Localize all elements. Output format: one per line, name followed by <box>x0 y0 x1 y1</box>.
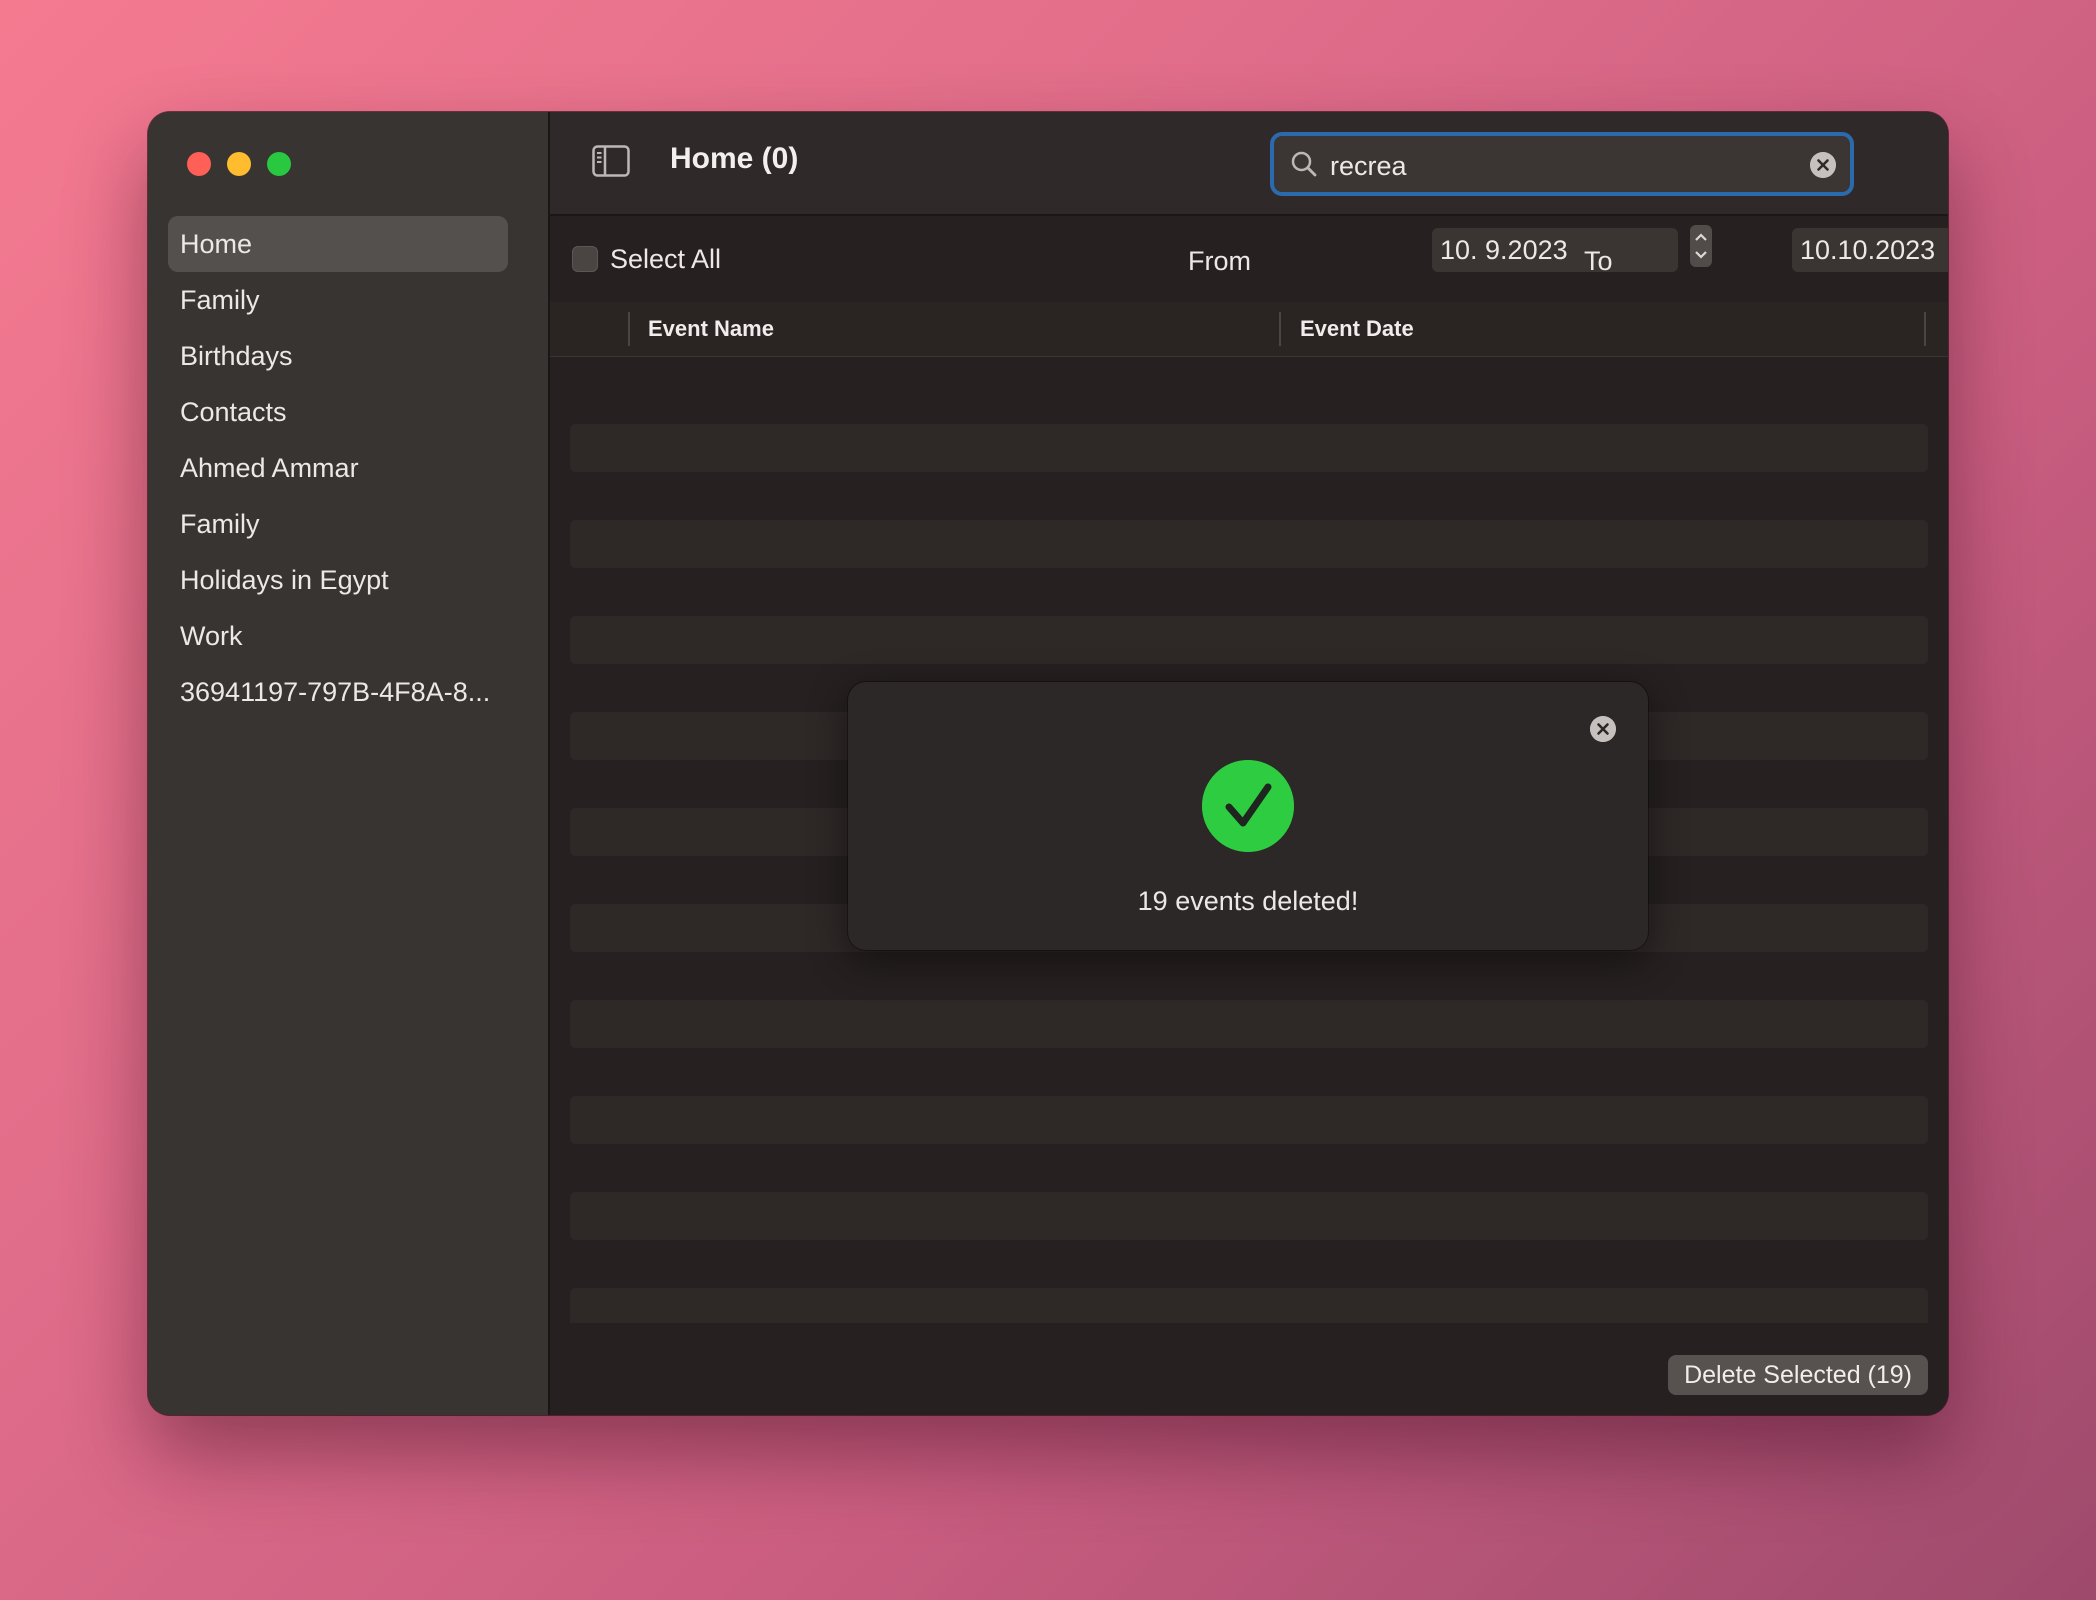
minimize-window-button[interactable] <box>227 152 251 176</box>
table-row <box>570 424 1928 472</box>
to-date-field[interactable]: 10.10.2023 <box>1792 228 1948 272</box>
column-divider[interactable] <box>1279 312 1281 346</box>
table-row <box>570 616 1928 664</box>
table-row <box>570 1288 1928 1323</box>
sidebar-toggle-icon[interactable] <box>592 145 630 177</box>
sidebar-item-family-2[interactable]: Family <box>168 496 508 552</box>
search-icon <box>1291 151 1317 177</box>
sidebar-item-holidays-in-egypt[interactable]: Holidays in Egypt <box>168 552 508 608</box>
checkmark-icon <box>1202 760 1294 852</box>
to-label: To <box>1584 246 1613 276</box>
sidebar-item-uuid-calendar[interactable]: 36941197-797B-4F8A-8... <box>168 664 508 720</box>
table-header: Event Name Event Date <box>550 302 1948 357</box>
filter-bar: Select All From 10. 9.2023 To 10.10.2023 <box>550 216 1948 302</box>
sidebar-item-home[interactable]: Home <box>168 216 508 272</box>
sidebar-item-ahmed-ammar[interactable]: Ahmed Ammar <box>168 440 508 496</box>
sidebar-item-work[interactable]: Work <box>168 608 508 664</box>
column-header-event-date[interactable]: Event Date <box>1300 316 1414 342</box>
sidebar-item-family[interactable]: Family <box>168 272 508 328</box>
sidebar-item-birthdays[interactable]: Birthdays <box>168 328 508 384</box>
from-date-stepper[interactable] <box>1690 225 1712 267</box>
table-row <box>570 520 1928 568</box>
page-title: Home (0) <box>670 142 799 175</box>
sidebar: Home Family Birthdays Contacts Ahmed Amm… <box>148 112 550 1415</box>
from-date-field[interactable]: 10. 9.2023 <box>1432 228 1678 272</box>
delete-selected-button[interactable]: Delete Selected (19) <box>1668 1355 1928 1395</box>
clear-search-icon[interactable] <box>1810 152 1836 178</box>
select-all-label[interactable]: Select All <box>610 244 721 275</box>
close-notification-icon[interactable] <box>1590 716 1616 742</box>
select-all-checkbox[interactable] <box>572 246 598 272</box>
table-row <box>570 1096 1928 1144</box>
window-controls <box>187 152 291 176</box>
deleted-notification: 19 events deleted! <box>848 682 1648 950</box>
sidebar-item-contacts[interactable]: Contacts <box>168 384 508 440</box>
maximize-window-button[interactable] <box>267 152 291 176</box>
column-divider[interactable] <box>1924 312 1926 346</box>
column-divider <box>628 312 630 346</box>
table-row <box>570 1192 1928 1240</box>
column-header-event-name[interactable]: Event Name <box>648 316 774 342</box>
sidebar-list: Home Family Birthdays Contacts Ahmed Amm… <box>168 216 508 720</box>
table-row <box>570 1000 1928 1048</box>
notification-message: 19 events deleted! <box>1137 886 1359 916</box>
close-window-button[interactable] <box>187 152 211 176</box>
toolbar: Home (0) <box>550 112 1948 216</box>
from-label: From <box>1188 246 1251 276</box>
search-input[interactable] <box>1330 136 1800 194</box>
search-field[interactable] <box>1270 132 1854 196</box>
